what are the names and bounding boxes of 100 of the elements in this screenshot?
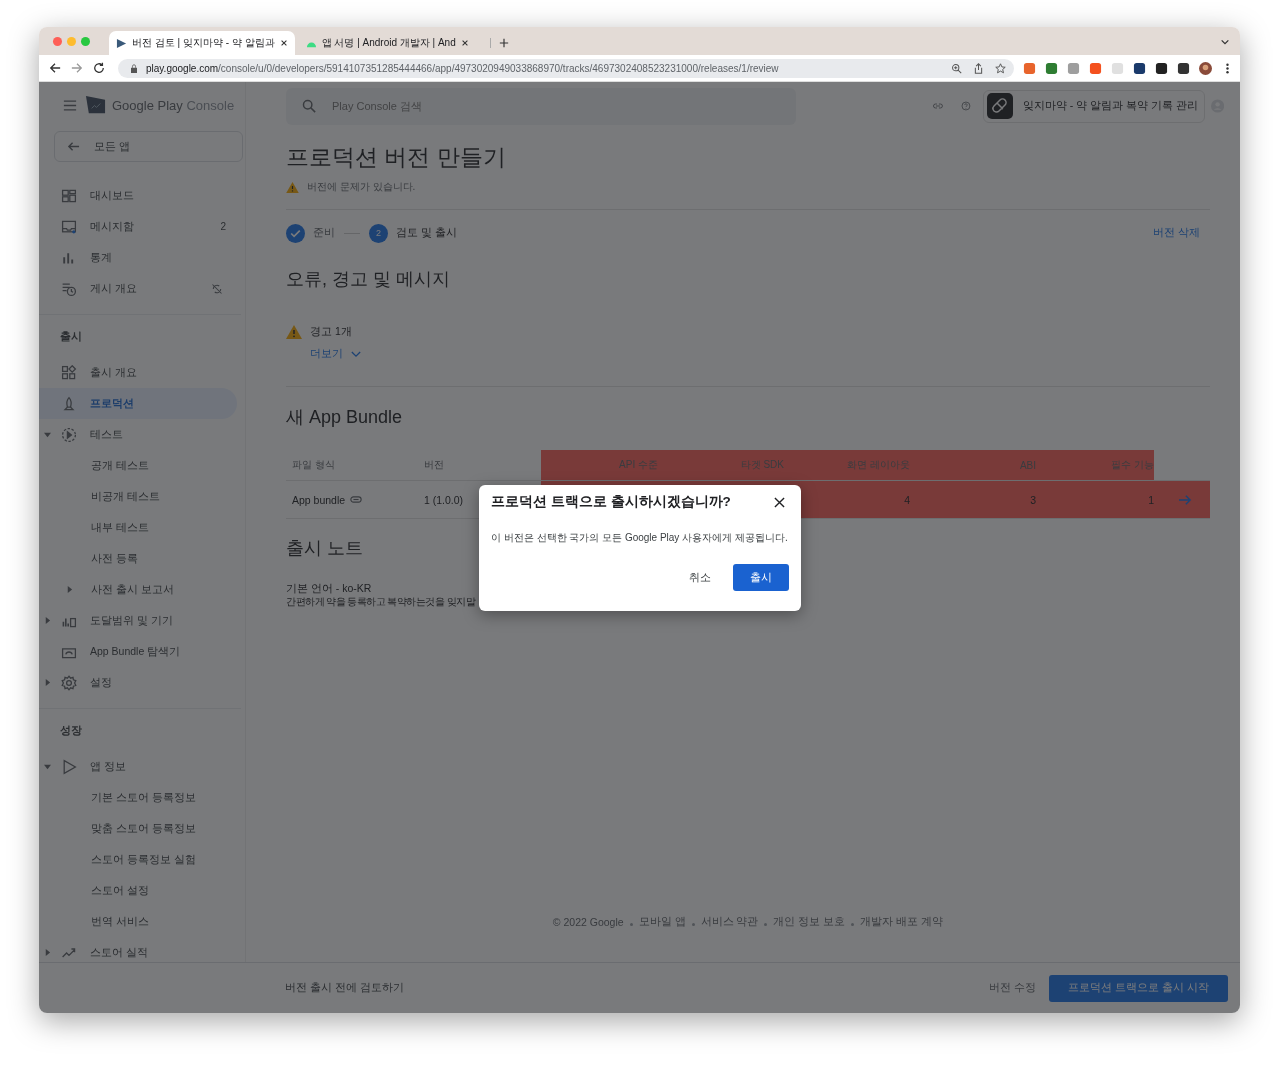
footer-link[interactable]: 서비스 약관 bbox=[700, 915, 759, 929]
lock-icon bbox=[130, 63, 138, 73]
warning-count: 경고 1개 bbox=[310, 325, 352, 339]
play-console-logo-icon bbox=[85, 94, 106, 116]
page-title: 프로덕션 버전 만들기 bbox=[286, 143, 507, 172]
all-apps-button[interactable]: 모든 앱 bbox=[54, 131, 243, 162]
search-icon bbox=[302, 98, 316, 113]
cancel-button[interactable]: 취소 bbox=[677, 570, 723, 585]
table-cell: 3 bbox=[1030, 493, 1036, 506]
address-bar[interactable]: play.google.com/console/u/0/developers/5914107351285444466/app/4973020949033868970/tracks/4697302408523231000/releases/1/review bbox=[118, 58, 1014, 78]
step-number: 2 bbox=[369, 223, 388, 243]
table-cell: 1 bbox=[1148, 493, 1154, 506]
nav-item[interactable]: 스토어 설정 bbox=[39, 875, 237, 906]
app-selector[interactable]: 잊지마약 - 약 알림과 복약 기록 관리 bbox=[982, 89, 1205, 123]
arrow-left-icon bbox=[67, 140, 80, 153]
nav-item[interactable]: 기본 스토어 등록정보 bbox=[39, 782, 237, 813]
release-button[interactable]: 출시 bbox=[733, 564, 789, 591]
edit-release-button[interactable]: 버전 수정 bbox=[977, 981, 1049, 995]
zoom-window-button[interactable] bbox=[81, 36, 90, 46]
nav-item[interactable]: 메시지함 bbox=[39, 211, 221, 242]
link-icon bbox=[350, 496, 363, 503]
tab-search-icon[interactable] bbox=[1220, 37, 1230, 47]
settings-icon bbox=[61, 674, 77, 691]
nav-item[interactable]: 도달범위 및 기기 bbox=[39, 605, 237, 636]
warning-icon bbox=[286, 181, 299, 193]
check-circle-icon bbox=[286, 223, 305, 243]
nav-item[interactable]: 사전 출시 보고서 bbox=[39, 574, 237, 605]
caret-icon bbox=[351, 350, 361, 358]
play-circle-icon bbox=[61, 426, 77, 443]
dialog-title: 프로덕션 트랙으로 출시하시겠습니까? bbox=[491, 493, 732, 511]
unread-count: 2 bbox=[220, 221, 226, 232]
nav-item[interactable]: 통계 bbox=[39, 242, 237, 273]
section-heading: 새 App Bundle bbox=[286, 406, 403, 429]
section-title: 출시 bbox=[59, 329, 83, 344]
nav-item[interactable]: 사전 등록 bbox=[39, 543, 237, 574]
extension-icon[interactable] bbox=[1133, 61, 1146, 75]
release-notes-text: 간편하게 약을 등록하고 복약하는것을 잊지말 bbox=[286, 595, 476, 609]
reload-icon[interactable] bbox=[93, 62, 105, 74]
extension-icon[interactable] bbox=[1177, 61, 1190, 75]
new-tab-icon[interactable] bbox=[489, 38, 509, 48]
forward-icon[interactable] bbox=[71, 62, 83, 74]
nav-item[interactable]: App Bundle 탐색기 bbox=[39, 636, 237, 667]
inbox-icon bbox=[61, 218, 77, 235]
nav-item[interactable]: 비공개 테스트 bbox=[39, 481, 237, 512]
start-rollout-button[interactable]: 프로덕션 트랙으로 출시 시작 bbox=[1049, 974, 1228, 1002]
section-heading: 출시 노트 bbox=[286, 537, 363, 560]
nav-item[interactable]: 스토어 등록정보 실험 bbox=[39, 844, 237, 875]
caret-icon[interactable] bbox=[44, 431, 51, 438]
caret-icon[interactable] bbox=[44, 617, 51, 624]
delete-release-link[interactable]: 버전 삭제 bbox=[1153, 226, 1210, 240]
review-hint: 버전 출시 전에 검토하기 bbox=[285, 981, 404, 995]
nav-item[interactable]: 게시 개요 bbox=[39, 273, 211, 304]
table-cell: 1 (1.0.0) bbox=[424, 493, 464, 506]
back-icon[interactable] bbox=[49, 62, 61, 74]
footer-link[interactable]: 개발자 배포 계약 bbox=[860, 915, 944, 929]
nav-item[interactable]: 내부 테스트 bbox=[39, 512, 237, 543]
show-more-button[interactable]: 더보기 bbox=[310, 346, 361, 362]
browser-tab[interactable]: 앱 서명 | Android 개발자 | And bbox=[298, 31, 476, 55]
caret-icon[interactable] bbox=[44, 679, 51, 686]
section-title: 성장 bbox=[59, 723, 83, 738]
column-header: ABI bbox=[910, 450, 1036, 481]
nav-item[interactable]: 맞춤 스토어 등록정보 bbox=[39, 813, 237, 844]
profile-avatar-icon[interactable] bbox=[1199, 61, 1212, 75]
stepper-step: 준비 bbox=[286, 223, 335, 243]
nav-item[interactable]: 출시 개요 bbox=[39, 357, 237, 388]
rocket-icon bbox=[61, 395, 77, 412]
shapes-icon bbox=[61, 364, 77, 381]
extension-icon[interactable] bbox=[1155, 61, 1168, 75]
nav-item[interactable]: 공개 테스트 bbox=[39, 450, 237, 481]
nav-item[interactable]: 앱 정보 bbox=[39, 751, 237, 782]
copyright: © 2022 Google bbox=[552, 916, 624, 928]
zoom-icon[interactable] bbox=[951, 62, 962, 74]
caret-icon[interactable] bbox=[44, 949, 51, 956]
star-icon[interactable] bbox=[995, 62, 1006, 74]
nav-item[interactable]: 번역 서비스 bbox=[39, 906, 237, 937]
footer-link[interactable]: 모바일 앱 bbox=[638, 915, 686, 929]
share-icon[interactable] bbox=[973, 62, 984, 74]
browser-tab[interactable]: 버전 검토 | 잊지마약 - 약 알림과 bbox=[109, 31, 295, 55]
nav-item[interactable]: 스토어 실적 bbox=[39, 937, 237, 962]
notes-language: 기본 언어 - ko-KR bbox=[286, 581, 372, 595]
issue-message: 버전에 문제가 있습니다. bbox=[307, 180, 416, 194]
nav-item[interactable]: 설정 bbox=[39, 667, 237, 698]
stepper-step: 2 검토 및 출시 bbox=[369, 223, 457, 243]
close-icon[interactable] bbox=[774, 496, 785, 508]
table-cell: App bundle bbox=[292, 493, 346, 506]
close-window-button[interactable] bbox=[53, 36, 62, 46]
close-tab-icon[interactable] bbox=[460, 39, 469, 47]
warning-icon bbox=[286, 325, 302, 339]
sync-off-icon bbox=[211, 282, 223, 295]
dialog-message: 이 버전은 선택한 국가의 모든 Google Play 사용자에게 제공됩니다. bbox=[491, 531, 789, 545]
caret-icon[interactable] bbox=[44, 763, 51, 770]
nav-item[interactable]: 프로덕션 bbox=[39, 388, 237, 419]
caret-icon[interactable] bbox=[66, 586, 73, 593]
nav-item[interactable]: 대시보드 bbox=[39, 180, 237, 211]
nav-item[interactable]: 테스트 bbox=[39, 419, 237, 450]
close-tab-icon[interactable] bbox=[279, 39, 288, 47]
section-heading: 오류, 경고 및 메시지 bbox=[286, 268, 450, 291]
pill-icon bbox=[986, 93, 1013, 119]
play-logo-icon bbox=[116, 37, 127, 49]
table-cell: 4 bbox=[904, 493, 910, 506]
